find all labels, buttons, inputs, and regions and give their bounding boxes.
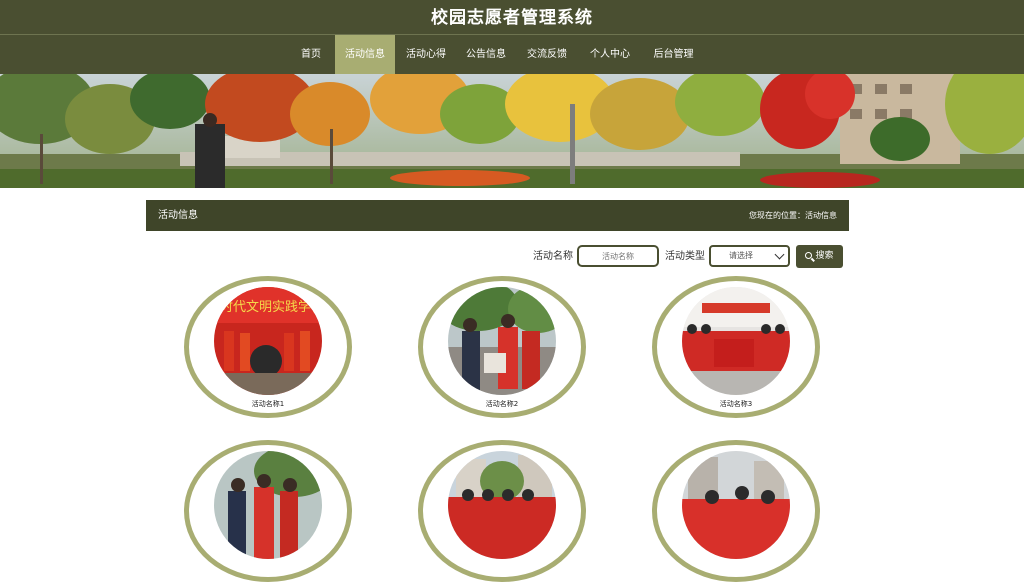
- activity-name: 活动名称1: [251, 400, 285, 408]
- search-button-label: 搜索: [815, 251, 834, 261]
- activity-card[interactable]: 活动名称3: [652, 276, 820, 418]
- activity-type-label: 活动类型: [665, 251, 705, 262]
- search-button[interactable]: 搜索: [796, 245, 843, 268]
- activity-photo[interactable]: [682, 287, 790, 395]
- activity-photo[interactable]: [448, 287, 556, 395]
- nav-item-activities[interactable]: 活动信息: [335, 35, 395, 74]
- site-title: 校园志愿者管理系统: [431, 8, 593, 28]
- section-header: 活动信息 您现在的位置：活动信息: [146, 200, 849, 231]
- nav-item-profile[interactable]: 个人中心: [584, 35, 636, 74]
- activity-photo[interactable]: 时代文明实践学雷: [214, 287, 322, 395]
- activity-card[interactable]: [652, 440, 820, 582]
- breadcrumb: 您现在的位置：活动信息: [749, 211, 837, 220]
- activity-card[interactable]: 活动名称2: [418, 276, 586, 418]
- chevron-down-icon: [774, 249, 785, 260]
- activity-card[interactable]: 时代文明实践学雷 活动名称1: [184, 276, 352, 418]
- activity-photo[interactable]: [682, 451, 790, 559]
- activity-card[interactable]: [184, 440, 352, 582]
- nav-item-announcements[interactable]: 公告信息: [460, 35, 512, 74]
- nav-item-feedback[interactable]: 交流反馈: [521, 35, 573, 74]
- nav-item-experiences[interactable]: 活动心得: [400, 35, 452, 74]
- top-header: 校园志愿者管理系统: [0, 0, 1024, 34]
- search-icon: [805, 252, 813, 259]
- search-bar: 活动名称 活动类型 请选择 搜索: [0, 244, 1024, 270]
- activity-type-selected-value: 请选择: [729, 251, 753, 260]
- nav-item-home[interactable]: 首页: [293, 35, 329, 74]
- nav-item-admin[interactable]: 后台管理: [646, 35, 701, 74]
- activity-name: 活动名称2: [485, 400, 519, 408]
- activity-photo[interactable]: [214, 451, 322, 559]
- main-nav: 首页 活动信息 活动心得 公告信息 交流反馈 个人中心 后台管理: [0, 34, 1024, 74]
- section-title: 活动信息: [158, 210, 198, 221]
- activity-type-select[interactable]: 请选择: [709, 245, 790, 267]
- activity-name-input[interactable]: [577, 245, 659, 267]
- activity-card[interactable]: [418, 440, 586, 582]
- activity-name: 活动名称3: [719, 400, 753, 408]
- activity-name-label: 活动名称: [533, 251, 573, 262]
- campus-banner-image: [0, 74, 1024, 188]
- activity-photo[interactable]: [448, 451, 556, 559]
